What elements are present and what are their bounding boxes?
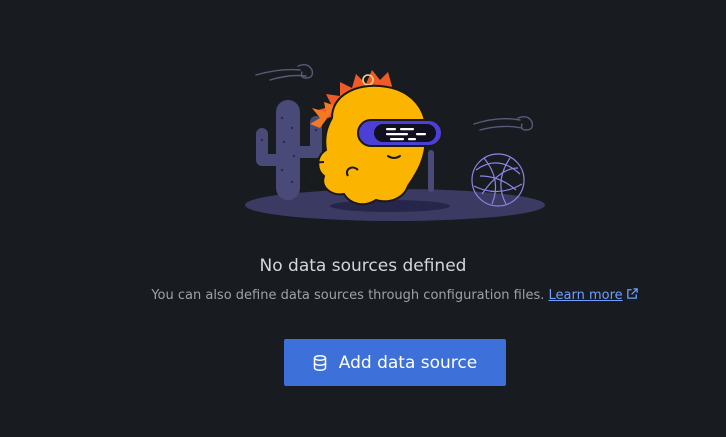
fence-post xyxy=(428,150,434,192)
empty-state-illustration xyxy=(245,63,545,221)
database-icon xyxy=(313,354,327,371)
grafana-mascot xyxy=(304,70,443,206)
external-link-icon xyxy=(626,288,638,299)
page-root: No data sources defined You can also def… xyxy=(0,0,726,437)
add-data-source-label: Add data source xyxy=(338,352,478,373)
learn-more-link[interactable]: Learn more xyxy=(549,288,623,303)
cactus xyxy=(256,100,322,200)
empty-state-description: You can also define data sources through… xyxy=(0,287,726,305)
add-data-source-button[interactable]: Add data source xyxy=(284,339,506,386)
empty-state-title: No data sources defined xyxy=(259,256,467,276)
wind-swirl-right xyxy=(473,115,534,131)
description-text: You can also define data sources through… xyxy=(151,288,545,303)
wind-swirl-left xyxy=(255,63,314,81)
